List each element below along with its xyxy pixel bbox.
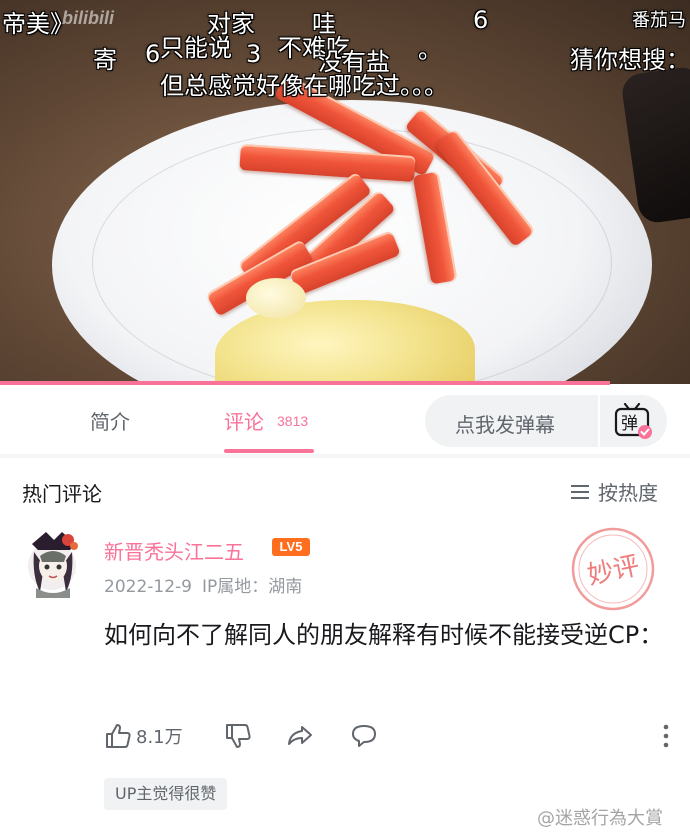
- danmaku-input[interactable]: 点我发弹幕 弹: [425, 395, 667, 447]
- sort-button[interactable]: 按热度: [570, 477, 658, 506]
- thumbs-down-icon: [226, 724, 251, 748]
- more-options-button[interactable]: [652, 722, 680, 750]
- like-count: 8.1万: [136, 727, 183, 748]
- comment-content: 如何向不了解同人的朋友解释有时候不能接受逆CP：: [104, 621, 664, 649]
- comment-actions: 8.1万: [104, 722, 674, 754]
- share-button[interactable]: [286, 722, 314, 750]
- comment-count: 3813: [277, 413, 309, 429]
- tab-comments[interactable]: 评论: [224, 406, 264, 435]
- hot-comments-title: 热门评论: [22, 482, 102, 506]
- danmaku-comment: 6: [473, 6, 489, 34]
- comment-meta: 2022-12-9 IP属地：湖南: [104, 572, 302, 597]
- danmaku-toggle-button[interactable]: 弹: [613, 403, 653, 439]
- reply-button[interactable]: [350, 722, 378, 750]
- comment-date: 2022-12-9: [104, 577, 192, 597]
- level-badge: LV5: [272, 538, 310, 556]
- stamp-text: 妙评: [585, 551, 642, 591]
- danmaku-placeholder: 点我发弹幕: [455, 413, 555, 437]
- featured-comment-stamp: 妙评: [571, 527, 655, 611]
- danmaku-comment: 3: [246, 40, 262, 68]
- danmaku-comment: 帝美》: [2, 10, 74, 38]
- tab-bar: 简介 评论 3813 点我发弹幕 弹: [0, 386, 690, 454]
- up-liked-badge: UP主觉得很赞: [104, 778, 228, 810]
- divider: [0, 454, 690, 458]
- thumbs-up-icon: [106, 724, 131, 748]
- share-icon: [288, 726, 312, 745]
- danmaku-comment: 。: [418, 36, 442, 64]
- sort-icon: [571, 484, 589, 499]
- danmaku-toggle-label: 弹: [621, 414, 638, 434]
- comment-ip-location: IP属地：湖南: [201, 577, 303, 597]
- tab-intro[interactable]: 简介: [90, 406, 130, 435]
- garlic: [246, 278, 306, 318]
- video-player[interactable]: bilibili 帝美》 对家 哇 6 番茄马 寄 6 只能说 3 不难吃 没有…: [0, 0, 690, 384]
- active-tab-indicator: [224, 449, 314, 453]
- comment-username[interactable]: 新晋秃头江二五: [104, 536, 244, 565]
- danmaku-comment: 6: [145, 40, 161, 68]
- divider: [598, 395, 600, 447]
- danmaku-comment: 番茄马: [632, 10, 686, 31]
- danmaku-comment: 寄: [93, 46, 117, 74]
- background-object: [619, 65, 690, 225]
- danmaku-comment: 猜你想搜：: [570, 46, 690, 74]
- danmaku-comment: 只能说: [160, 34, 232, 62]
- comment-bubble-icon: [352, 725, 376, 747]
- avatar[interactable]: [22, 526, 84, 598]
- more-vertical-icon: [663, 724, 669, 748]
- like-button[interactable]: 8.1万: [104, 722, 183, 750]
- sort-label: 按热度: [598, 481, 658, 505]
- weibo-watermark: @迷惑行為大賞: [537, 808, 663, 829]
- dislike-button[interactable]: [224, 722, 252, 750]
- video-progress-bar[interactable]: [0, 381, 610, 385]
- danmaku-comment: 但总感觉好像在哪吃过。。。: [160, 72, 448, 100]
